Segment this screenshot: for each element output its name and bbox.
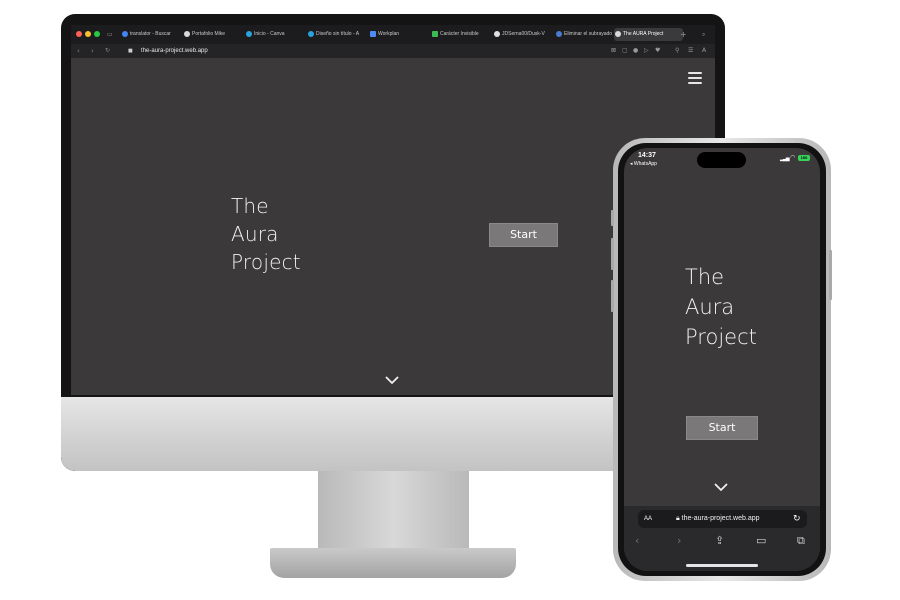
start-button[interactable]: Start	[489, 223, 558, 247]
tab-aura-project[interactable]: The AURA Project	[614, 28, 683, 41]
signal-icon: ▂▃▅	[780, 156, 789, 162]
shield-icon[interactable]: ●	[633, 44, 638, 58]
forward-icon[interactable]: ›	[91, 44, 94, 58]
chevron-down-icon[interactable]	[385, 376, 399, 385]
start-button[interactable]: Start	[686, 416, 758, 440]
workplan-icon	[370, 31, 376, 37]
mobile-phone: 14:37 ◂ WhatsApp ▂▃▅ ◠ 100 The Aura Proj…	[611, 138, 832, 581]
status-time: 14:37	[638, 152, 656, 159]
dynamic-island	[697, 152, 746, 168]
bookmarks-icon[interactable]: ▭	[756, 534, 766, 547]
profile-icon[interactable]: ⚲	[675, 44, 679, 58]
battery-icon: 100	[798, 155, 810, 161]
back-icon[interactable]: ‹	[77, 44, 80, 58]
hero-title-line: Project	[685, 325, 757, 349]
page-icon	[432, 31, 438, 37]
font-size-icon[interactable]: A	[702, 44, 706, 58]
tab-translator[interactable]: translator - Buscar	[121, 28, 184, 41]
url-field[interactable]: the-aura-project.web.app	[141, 44, 208, 58]
reload-icon[interactable]: ↻	[793, 510, 801, 528]
hero-title-line: The	[231, 194, 269, 218]
tabs-icon[interactable]: ⧉	[797, 534, 805, 548]
google-icon	[122, 31, 128, 37]
canva-icon	[246, 31, 252, 37]
browser-address-bar: ‹ › ↻ ■ the-aura-project.web.app ⊠ ▢ ● ▷…	[71, 44, 715, 58]
hero-title: The Aura Project	[685, 262, 757, 352]
home-indicator	[686, 564, 758, 567]
sidebar-icon[interactable]: ▭	[107, 25, 113, 44]
power-button	[829, 250, 832, 300]
hero-title: The Aura Project	[231, 192, 301, 276]
mobile-address-bar[interactable]: AA 🔒︎ the-aura-project.web.app ↻	[638, 510, 807, 528]
hero-title-line: Aura	[231, 222, 279, 246]
close-window-dot[interactable]	[76, 31, 82, 37]
extension-icon[interactable]: ⊠	[611, 44, 616, 58]
play-icon[interactable]: ▷	[644, 44, 649, 58]
hamburger-menu-icon[interactable]	[688, 72, 702, 84]
page-icon	[556, 31, 562, 37]
volume-button	[611, 210, 614, 226]
tab-github[interactable]: JDSerna00/Dusk-V	[493, 28, 556, 41]
monitor-stand-neck	[318, 471, 469, 549]
back-to-app-link[interactable]: ◂ WhatsApp	[630, 161, 657, 167]
heart-icon[interactable]: ♥	[655, 44, 660, 58]
tab-portafolio[interactable]: Portafolio Mike	[183, 28, 246, 41]
back-icon[interactable]: ‹	[635, 534, 639, 547]
globe-icon	[615, 31, 621, 37]
share-icon[interactable]: ⇪	[715, 534, 724, 547]
volume-down-button	[611, 280, 614, 312]
chevron-down-icon[interactable]	[714, 483, 728, 492]
tab-canva-diseno[interactable]: Diseño sin título - A	[307, 28, 372, 41]
tab-eliminar-subrayado[interactable]: Eliminar el subrayado	[555, 28, 618, 41]
forward-icon[interactable]: ›	[677, 534, 681, 547]
new-tab-icon[interactable]: +	[680, 25, 687, 44]
minimize-window-dot[interactable]	[85, 31, 91, 37]
url-field[interactable]: 🔒︎ the-aura-project.web.app	[676, 510, 760, 528]
browser-tab-bar: ▭ translator - Buscar Portafolio Mike In…	[71, 25, 715, 44]
reader-icon[interactable]: ▢	[622, 44, 628, 58]
mobile-browser-screen: 14:37 ◂ WhatsApp ▂▃▅ ◠ 100 The Aura Proj…	[624, 148, 820, 571]
tab-workplan[interactable]: Workplan	[369, 28, 432, 41]
lock-icon: ■	[128, 48, 133, 54]
tab-canva-inicio[interactable]: Inicio - Canva	[245, 28, 308, 41]
monitor-stand-base	[270, 548, 516, 578]
canva-icon	[308, 31, 314, 37]
hero-title-line: Project	[231, 250, 301, 274]
github-icon	[494, 31, 500, 37]
tab-caracter-invisible[interactable]: Carácter Invisible	[431, 28, 494, 41]
globe-icon	[184, 31, 190, 37]
maximize-window-dot[interactable]	[94, 31, 100, 37]
text-size-button[interactable]: AA	[644, 510, 652, 528]
search-tabs-icon[interactable]: ⌕	[702, 25, 705, 44]
wifi-icon: ◠	[790, 154, 796, 161]
menu-icon[interactable]: ☰	[688, 44, 693, 58]
hero-title-line: The	[685, 265, 725, 289]
hero-title-line: Aura	[685, 295, 735, 319]
volume-up-button	[611, 238, 614, 270]
reload-icon[interactable]: ↻	[105, 44, 110, 58]
